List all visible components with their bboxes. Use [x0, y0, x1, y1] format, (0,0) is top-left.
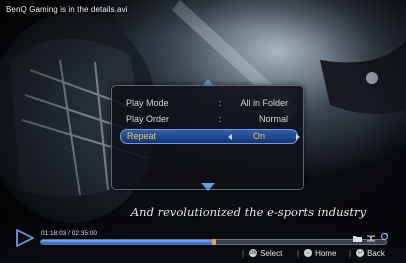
folder-icon	[353, 229, 362, 247]
home-hint-label: Home	[315, 248, 337, 258]
select-hint: | OK Select	[242, 248, 283, 258]
progress-fill	[41, 240, 214, 244]
shuffle-icon	[367, 229, 375, 247]
scroll-down-arrow-icon[interactable]	[201, 183, 215, 191]
back-button-icon: ↩	[356, 249, 365, 257]
menu-item-play-mode[interactable]: Play Mode : All in Folder	[120, 97, 296, 110]
subtitle-caption: And revolutionized the e-sports industry	[130, 205, 366, 219]
playback-settings-menu: Play Mode : All in Folder Play Order : N…	[111, 85, 304, 190]
home-hint: | ⌂ Home	[297, 248, 337, 258]
menu-item-label: Play Mode	[126, 98, 169, 108]
file-title: BenQ Gaming is in the details.avi	[6, 5, 128, 14]
progress-bar[interactable]	[40, 239, 387, 245]
menu-separator: :	[219, 98, 222, 108]
play-icon[interactable]	[14, 228, 36, 248]
menu-item-repeat[interactable]: Repeat On	[120, 129, 300, 144]
playback-time: 01:18:03 / 02:35:00	[41, 230, 98, 237]
progress-knob[interactable]	[211, 239, 216, 245]
menu-item-value: All in Folder	[240, 98, 288, 108]
back-hint: | ↩ Back	[349, 248, 385, 258]
select-hint-label: Select	[260, 248, 283, 258]
menu-item-value: Normal	[258, 114, 288, 124]
menu-item-play-order[interactable]: Play Order : Normal	[120, 113, 296, 126]
ok-button-icon: OK	[249, 249, 258, 257]
menu-separator: :	[219, 114, 222, 124]
back-hint-label: Back	[367, 248, 385, 258]
home-button-icon: ⌂	[304, 249, 313, 257]
menu-item-value: On	[253, 131, 266, 141]
chevron-right-icon[interactable]	[296, 134, 300, 140]
menu-item-label: Play Order	[126, 114, 170, 124]
chevron-left-icon[interactable]	[228, 134, 232, 140]
menu-item-label: Repeat	[127, 131, 157, 141]
repeat-icon	[380, 228, 389, 246]
